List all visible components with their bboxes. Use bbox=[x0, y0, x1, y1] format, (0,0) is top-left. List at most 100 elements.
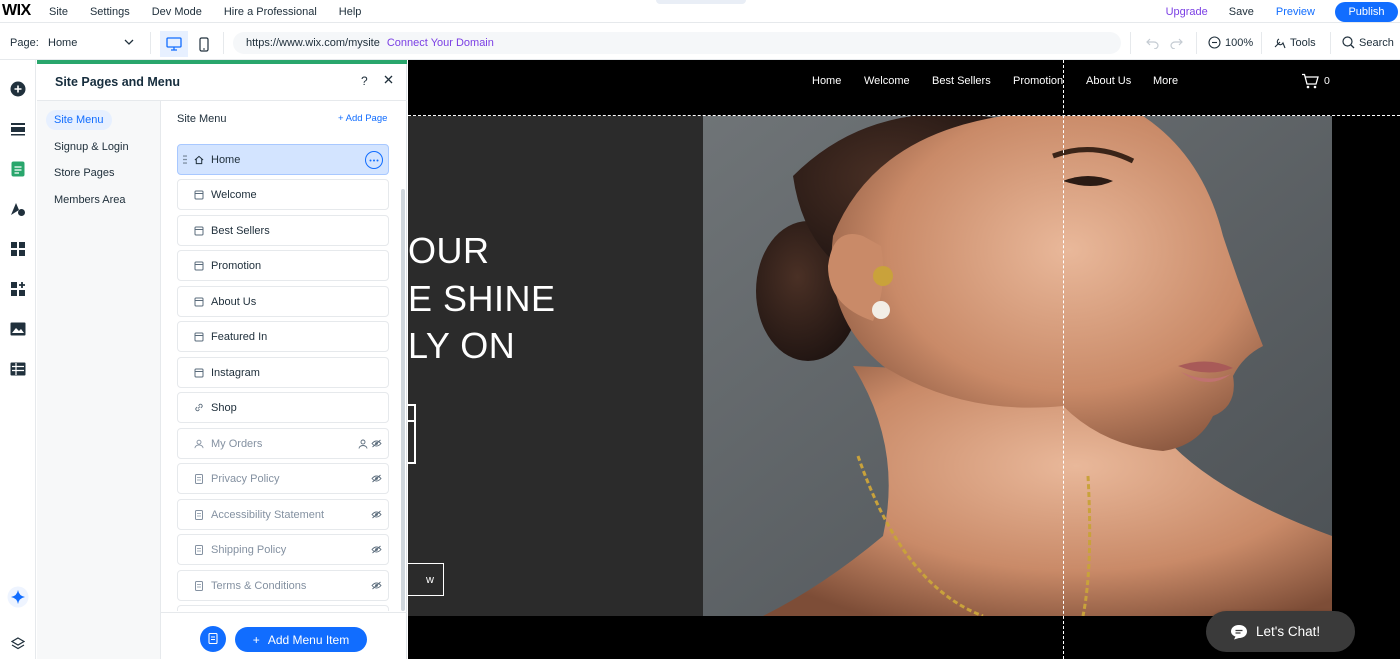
hero-portrait-image[interactable] bbox=[703, 116, 1332, 616]
add-menu-item-button[interactable]: + Add Menu Item bbox=[235, 627, 367, 652]
category-signup-login[interactable]: Signup & Login bbox=[46, 137, 137, 157]
site-nav-welcome[interactable]: Welcome bbox=[864, 75, 910, 87]
site-header[interactable]: Home Welcome Best Sellers Promotion Abou… bbox=[408, 60, 1400, 116]
menu-item-featured-in[interactable]: Featured In bbox=[177, 321, 389, 352]
menu-item-label: Featured In bbox=[211, 330, 268, 343]
help-button[interactable]: ? bbox=[361, 74, 368, 88]
menu-item-welcome[interactable]: Welcome bbox=[177, 179, 389, 210]
link-icon bbox=[194, 403, 204, 413]
mobile-view-button[interactable] bbox=[196, 31, 212, 57]
drag-handle-icon[interactable] bbox=[183, 155, 187, 164]
site-nav-more[interactable]: More bbox=[1153, 75, 1178, 87]
vertical-guide-line bbox=[1063, 60, 1064, 659]
tools-label: Tools bbox=[1290, 36, 1316, 49]
top-actions: Upgrade Save Preview Publish bbox=[1166, 0, 1400, 23]
panel-content: Site Menu + Add Page Home Welcome Best S… bbox=[161, 101, 407, 659]
panel-scrollbar[interactable] bbox=[401, 189, 405, 611]
menu-item-partial[interactable] bbox=[177, 605, 389, 611]
members-only-icon bbox=[358, 439, 368, 449]
menu-item-shipping-policy[interactable]: Shipping Policy bbox=[177, 534, 389, 565]
category-store-pages[interactable]: Store Pages bbox=[46, 163, 123, 183]
layers-icon[interactable] bbox=[6, 632, 30, 656]
mobile-icon bbox=[199, 36, 209, 52]
hero-shop-button[interactable]: w bbox=[408, 563, 444, 596]
site-nav-promotion[interactable]: Promotion bbox=[1013, 75, 1063, 87]
pages-icon[interactable] bbox=[6, 157, 30, 181]
plus-icon: + bbox=[252, 632, 260, 647]
business-apps-icon[interactable] bbox=[6, 277, 30, 301]
menu-site[interactable]: Site bbox=[49, 6, 68, 18]
menu-item-home[interactable]: Home bbox=[177, 144, 389, 175]
menu-settings[interactable]: Settings bbox=[90, 6, 130, 18]
page-label: Page: bbox=[10, 37, 39, 49]
add-elements-icon[interactable] bbox=[6, 77, 30, 101]
chat-button[interactable]: Let's Chat! bbox=[1206, 611, 1355, 652]
cart-icon[interactable] bbox=[1301, 73, 1319, 89]
ai-assistant-icon[interactable] bbox=[6, 585, 30, 609]
search-button[interactable]: Search bbox=[1342, 36, 1394, 49]
hero-button-label: w bbox=[426, 573, 434, 586]
hidden-eye-icon bbox=[371, 439, 382, 448]
connect-domain-link[interactable]: Connect Your Domain bbox=[387, 37, 494, 49]
add-page-link[interactable]: + Add Page bbox=[338, 113, 387, 124]
menu-item-promotion[interactable]: Promotion bbox=[177, 250, 389, 281]
menu-item-terms-conditions[interactable]: Terms & Conditions bbox=[177, 570, 389, 601]
menu-item-best-sellers[interactable]: Best Sellers bbox=[177, 215, 389, 246]
tools-button[interactable]: Tools bbox=[1273, 36, 1316, 49]
chevron-down-icon[interactable] bbox=[124, 38, 134, 46]
menu-item-label: Accessibility Statement bbox=[211, 508, 325, 521]
cms-icon[interactable] bbox=[6, 357, 30, 381]
site-canvas[interactable]: Home Welcome Best Sellers Promotion Abou… bbox=[408, 60, 1400, 659]
hero-heading-line-2: E SHINE bbox=[408, 278, 556, 319]
preview-button[interactable]: Preview bbox=[1276, 6, 1315, 18]
site-nav-best-sellers[interactable]: Best Sellers bbox=[932, 75, 991, 87]
category-members-area[interactable]: Members Area bbox=[46, 190, 134, 210]
divider bbox=[1261, 32, 1262, 54]
add-page-icon-button[interactable] bbox=[200, 626, 226, 652]
divider bbox=[161, 612, 407, 613]
apps-icon[interactable] bbox=[6, 237, 30, 261]
page-selector[interactable]: Home bbox=[48, 37, 77, 49]
page-icon bbox=[194, 190, 204, 200]
divider bbox=[1196, 32, 1197, 54]
upgrade-link[interactable]: Upgrade bbox=[1166, 6, 1208, 18]
hero-text-panel[interactable]: OUR E SHINE LY ON w bbox=[408, 116, 703, 616]
design-icon[interactable] bbox=[6, 197, 30, 221]
category-site-menu[interactable]: Site Menu bbox=[46, 110, 112, 130]
menu-help[interactable]: Help bbox=[339, 6, 362, 18]
main-menu: Site Settings Dev Mode Hire a Profession… bbox=[49, 0, 383, 23]
wix-logo[interactable]: WIX bbox=[2, 2, 31, 20]
site-nav-home[interactable]: Home bbox=[812, 75, 841, 87]
site-pages-panel: Site Pages and Menu ? Site Menu Signup &… bbox=[37, 60, 407, 659]
menu-item-about-us[interactable]: About Us bbox=[177, 286, 389, 317]
hidden-eye-icon bbox=[371, 545, 382, 554]
publish-button[interactable]: Publish bbox=[1335, 1, 1398, 22]
search-label: Search bbox=[1359, 36, 1394, 49]
menu-item-my-orders[interactable]: My Orders bbox=[177, 428, 389, 459]
menu-hire-a-professional[interactable]: Hire a Professional bbox=[224, 6, 317, 18]
tools-icon bbox=[1274, 38, 1286, 49]
close-icon[interactable] bbox=[384, 75, 393, 84]
hero-logo-mark bbox=[408, 422, 416, 464]
save-button[interactable]: Save bbox=[1229, 6, 1254, 18]
desktop-view-button[interactable] bbox=[160, 31, 188, 57]
add-section-icon[interactable] bbox=[6, 117, 30, 141]
zoom-level: 100% bbox=[1225, 36, 1254, 49]
menu-item-label: Welcome bbox=[211, 188, 257, 201]
undo-icon[interactable] bbox=[1146, 37, 1159, 49]
menu-item-shop[interactable]: Shop bbox=[177, 392, 389, 423]
hidden-eye-icon bbox=[371, 474, 382, 483]
site-nav-about-us[interactable]: About Us bbox=[1086, 75, 1131, 87]
menu-dev-mode[interactable]: Dev Mode bbox=[152, 6, 202, 18]
more-actions-icon[interactable] bbox=[365, 151, 383, 169]
redo-icon[interactable] bbox=[1170, 37, 1183, 49]
menu-item-label: Home bbox=[211, 153, 241, 166]
media-icon[interactable] bbox=[6, 317, 30, 341]
hero-heading-line-1: OUR bbox=[408, 230, 490, 271]
menu-item-instagram[interactable]: Instagram bbox=[177, 357, 389, 388]
zoom-control[interactable]: 100% bbox=[1208, 36, 1253, 49]
menu-item-label: Shipping Policy bbox=[211, 543, 287, 556]
menu-item-accessibility-statement[interactable]: Accessibility Statement bbox=[177, 499, 389, 530]
hidden-eye-icon bbox=[371, 510, 382, 519]
menu-item-privacy-policy[interactable]: Privacy Policy bbox=[177, 463, 389, 494]
